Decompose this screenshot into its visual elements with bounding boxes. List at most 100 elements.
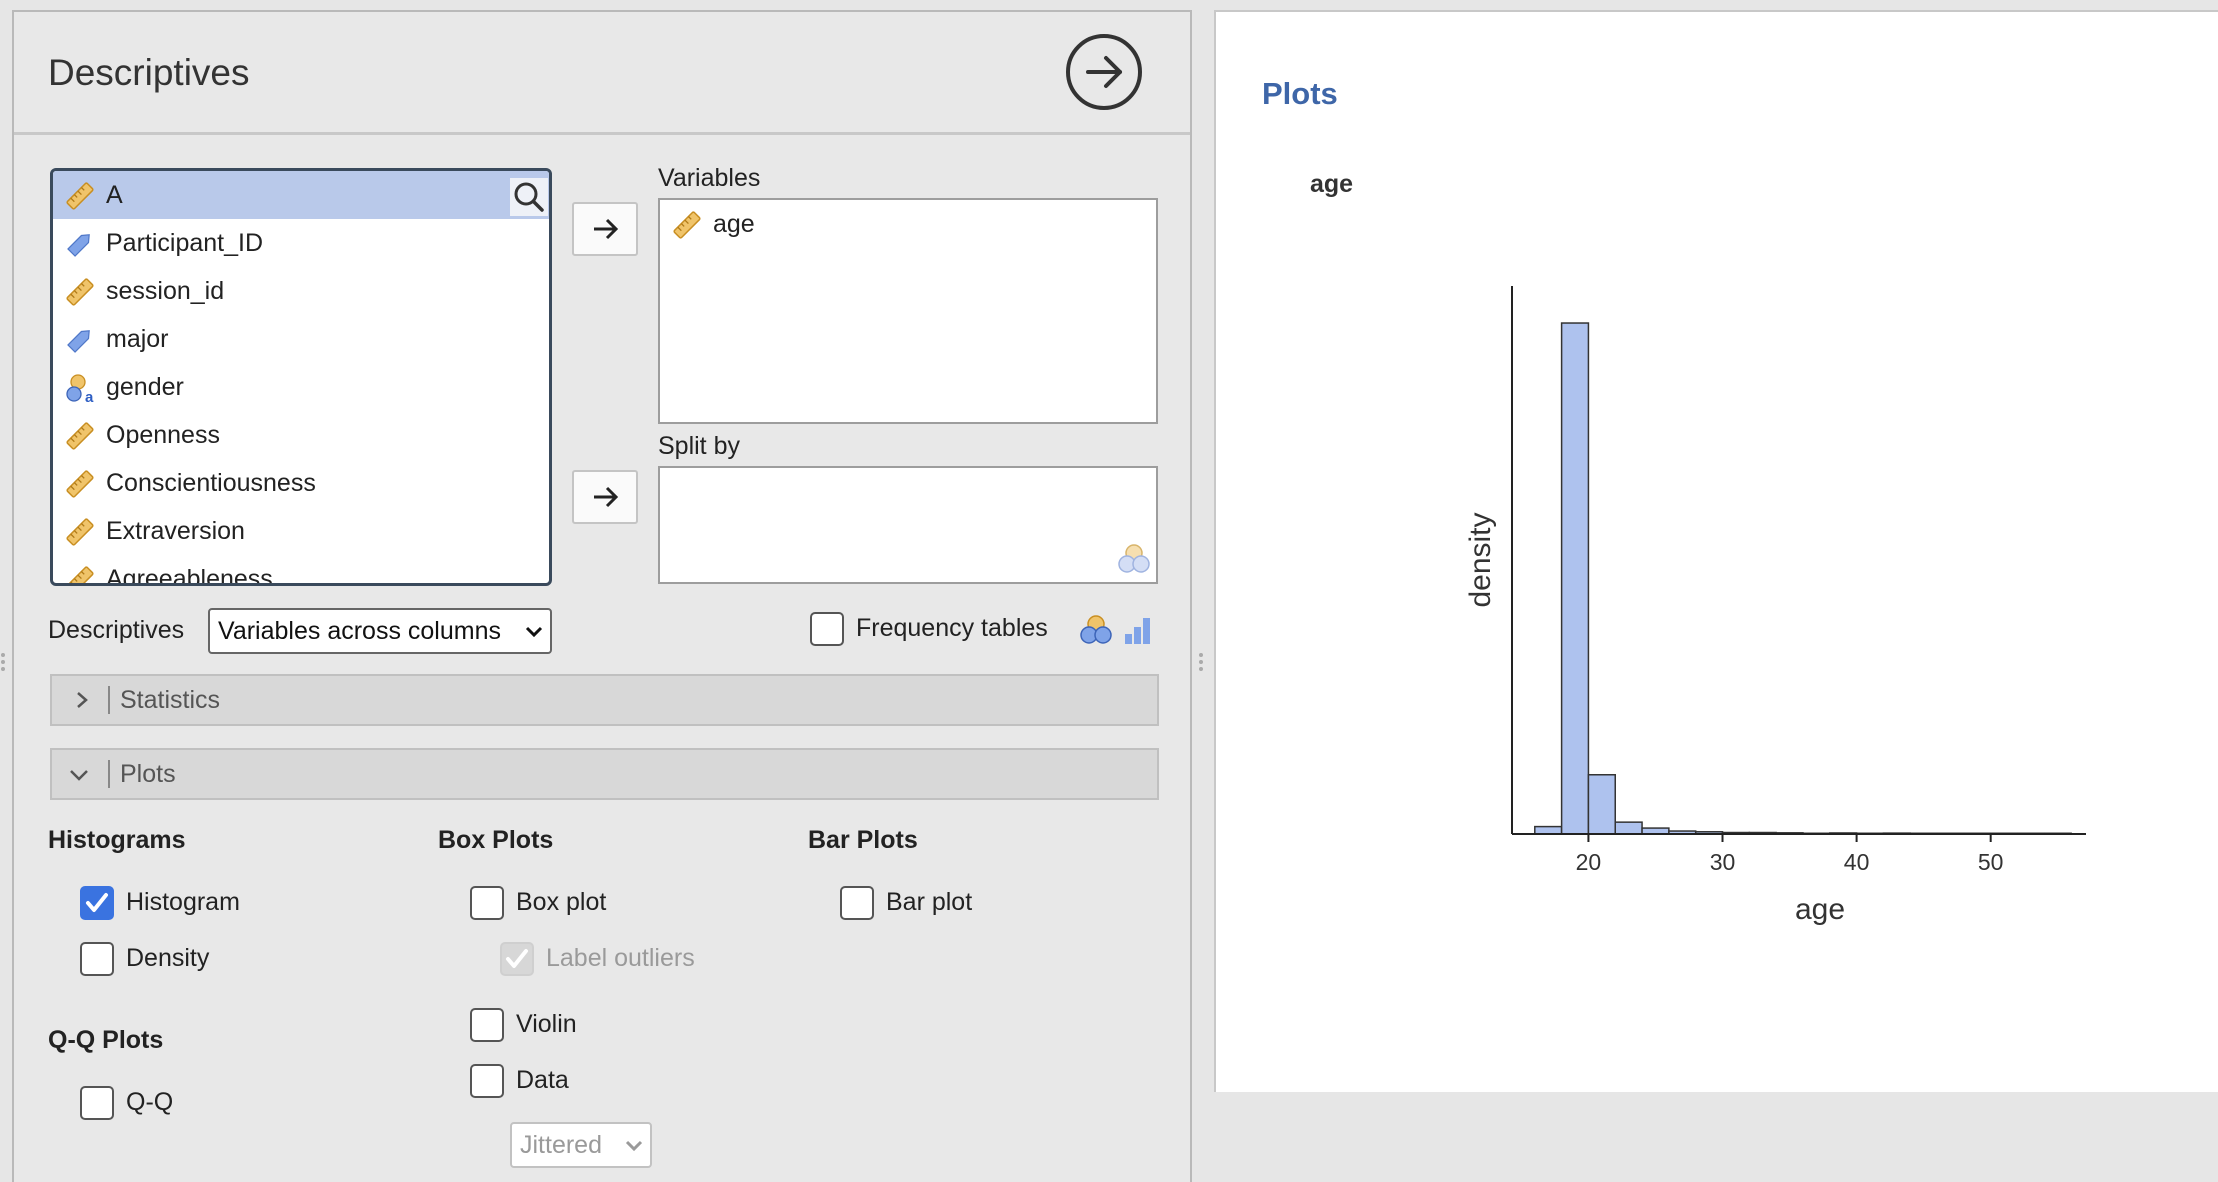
x-tick-label: 40: [1844, 849, 1870, 875]
variable-list-item[interactable]: Participant_ID: [53, 219, 549, 267]
variable-label: A: [106, 181, 123, 209]
variable-label: major: [106, 325, 169, 353]
qq-checkbox[interactable]: [80, 1086, 114, 1120]
arrow-right-icon: [1086, 56, 1122, 88]
box-plot-label: Box plot: [516, 888, 607, 916]
bar-chart-icon: [1125, 618, 1150, 644]
density-checkbox[interactable]: [80, 942, 114, 976]
split-by-label: Split by: [658, 432, 740, 460]
histogram-checkbox[interactable]: [80, 886, 114, 920]
panel-splitter-handle[interactable]: [0, 650, 6, 680]
split-by-target-list[interactable]: [658, 466, 1158, 584]
results-panel-footer: [1216, 1092, 2218, 1168]
checkmark-icon: [506, 949, 528, 968]
bar-plot-checkbox[interactable]: [840, 886, 874, 920]
bar-plot-label: Bar plot: [886, 888, 973, 916]
variables-label: Variables: [658, 164, 761, 192]
plots-section-header[interactable]: Plots: [50, 748, 1159, 800]
nominal-icon: [1118, 544, 1150, 573]
move-to-variables-button[interactable]: [572, 202, 638, 256]
qq-plots-group-title: Q-Q Plots: [48, 1026, 164, 1054]
variable-label: Openness: [106, 421, 220, 449]
descriptives-options-panel: Descriptives A Participant_ID session_idma…: [12, 10, 1192, 1182]
nominal-text-icon: [67, 234, 90, 257]
chevron-down-icon: [525, 626, 543, 638]
descriptives-select-label: Descriptives: [48, 616, 185, 644]
variable-label: Conscientiousness: [106, 469, 316, 497]
available-variables-list[interactable]: A Participant_ID session_idmajor a gender Ope…: [50, 168, 552, 586]
violin-checkbox[interactable]: [470, 1008, 504, 1042]
x-tick-label: 20: [1576, 849, 1602, 875]
variable-list-item[interactable]: a gender: [53, 363, 549, 411]
nominal-text-icon: [67, 330, 90, 353]
variables-target-list[interactable]: age: [658, 198, 1158, 424]
violin-label: Violin: [516, 1010, 577, 1038]
ruler-icon: [66, 182, 94, 210]
histogram-bar: [1534, 825, 1563, 835]
section-separator: [108, 686, 110, 714]
section-separator: [108, 760, 110, 788]
variable-list-item[interactable]: Openness: [53, 411, 549, 459]
variable-list-item[interactable]: Extraversion: [53, 507, 549, 555]
svg-text:a: a: [85, 389, 94, 403]
header-divider: [14, 132, 1190, 135]
x-tick-label: 30: [1710, 849, 1736, 875]
variable-label: session_id: [106, 277, 225, 305]
ruler-icon: [66, 518, 94, 546]
plot-title: age: [1310, 170, 1354, 198]
checkmark-icon: [86, 893, 108, 912]
results-panel: Plots age 20 30 40 50 age density: [1214, 10, 2218, 1092]
move-to-split-by-button[interactable]: [572, 470, 638, 524]
statistics-section-label: Statistics: [120, 686, 221, 714]
histogram-chart: 20 30 40 50 age density: [1464, 286, 2086, 926]
nominal-icon: a: [66, 374, 94, 403]
variable-list-item[interactable]: Agreeableness: [53, 555, 549, 586]
panel-splitter-handle[interactable]: [1198, 650, 1204, 680]
ruler-icon: [66, 566, 94, 583]
ruler-icon: [66, 422, 94, 450]
label-outliers-checkbox[interactable]: [500, 942, 534, 976]
chevron-down-icon: [625, 1140, 643, 1152]
data-mode-select[interactable]: Jittered: [510, 1122, 652, 1168]
run-analysis-button[interactable]: [1066, 34, 1142, 110]
statistics-section-header[interactable]: Statistics: [50, 674, 1159, 726]
histogram-bar: [1614, 821, 1643, 835]
x-tick-label: 50: [1978, 849, 2004, 875]
label-outliers-label: Label outliers: [546, 944, 695, 972]
y-axis-label: density: [1464, 512, 1497, 607]
variable-label: Agreeableness: [106, 565, 273, 586]
panel-title: Descriptives: [48, 52, 250, 93]
qq-label: Q-Q: [126, 1088, 174, 1116]
data-checkbox[interactable]: [470, 1064, 504, 1098]
results-heading: Plots: [1262, 76, 1338, 111]
arrow-right-icon: [594, 486, 619, 508]
variable-list-item[interactable]: A: [53, 171, 549, 219]
variable-list-item[interactable]: Conscientiousness: [53, 459, 549, 507]
variable-list-item[interactable]: session_id: [53, 267, 549, 315]
variable-label: gender: [106, 373, 184, 401]
variable-label: Extraversion: [106, 517, 245, 545]
variable-list-item[interactable]: major: [53, 315, 549, 363]
chevron-right-icon: [77, 692, 88, 708]
data-label: Data: [516, 1066, 569, 1094]
box-plots-group-title: Box Plots: [438, 826, 554, 854]
bar-plots-group-title: Bar Plots: [808, 826, 918, 854]
ruler-icon: [673, 211, 701, 239]
nominal-icon: [1080, 615, 1112, 644]
histogram-label: Histogram: [126, 888, 240, 916]
density-label: Density: [126, 944, 210, 972]
histogram-bar: [1560, 322, 1590, 835]
search-icon[interactable]: [510, 178, 548, 216]
frequency-tables-label: Frequency tables: [856, 614, 1048, 642]
assigned-variable-item[interactable]: age: [660, 200, 1156, 248]
chevron-down-icon: [70, 770, 88, 781]
frequency-tables-checkbox[interactable]: [810, 612, 844, 646]
variable-label: Participant_ID: [106, 229, 264, 257]
histogram-bar: [1587, 774, 1616, 835]
plots-section-label: Plots: [120, 760, 176, 788]
box-plot-checkbox[interactable]: [470, 886, 504, 920]
descriptives-layout-select[interactable]: Variables across columns: [208, 608, 552, 654]
ruler-icon: [66, 470, 94, 498]
x-axis-label: age: [1795, 893, 1845, 926]
histograms-group-title: Histograms: [48, 826, 186, 854]
